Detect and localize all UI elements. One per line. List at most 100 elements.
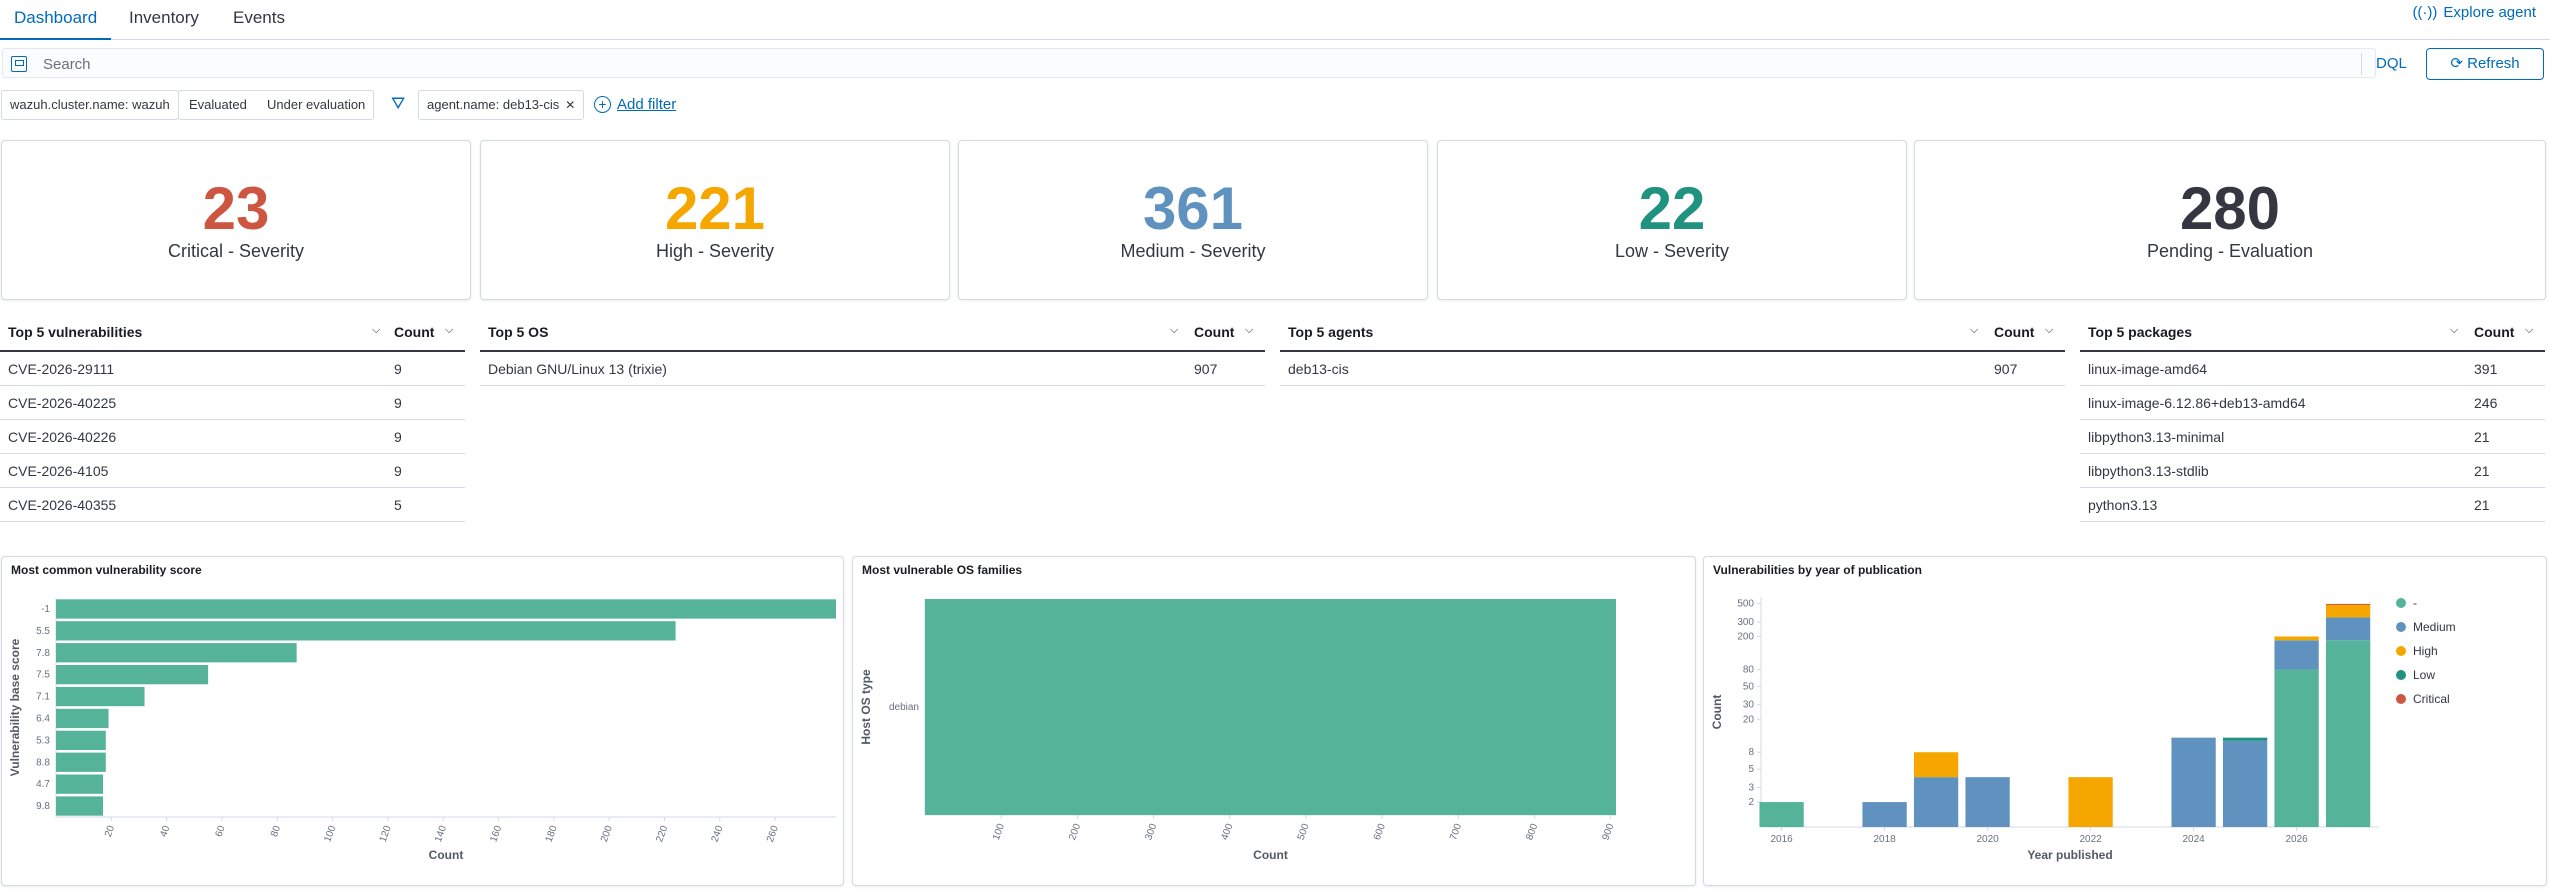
y-tick-label: -1 (41, 604, 50, 615)
bar-segment (1913, 752, 1959, 778)
bar-segment (2325, 640, 2371, 827)
cell-count: 907 (1194, 361, 1218, 377)
top-tab-bar: Dashboard Inventory Events ((·)) Explore … (0, 0, 2550, 40)
table-row: linux-image-6.12.86+deb13-amd64 246 (2080, 386, 2545, 420)
filter-bar: wazuh.cluster.name: wazuh Evaluated Unde… (0, 90, 2550, 120)
tab-inventory[interactable]: Inventory (115, 4, 213, 40)
x-tick-label: 160 (488, 824, 504, 844)
stat-card-low[interactable]: 22 Low - Severity (1437, 140, 1907, 300)
explore-agent-button[interactable]: ((·)) Explore agent (2412, 2, 2536, 24)
close-icon[interactable]: ✕ (565, 98, 575, 112)
tab-dashboard[interactable]: Dashboard (0, 4, 112, 40)
chevron-down-icon[interactable]: ⌵ (1970, 324, 1978, 337)
chevron-down-icon[interactable]: ⌵ (2045, 324, 2053, 337)
search-box: DQL (2, 48, 2407, 78)
bar-segment (1913, 777, 1959, 827)
y-tick-label: 200 (1737, 632, 1754, 643)
bar (56, 621, 676, 641)
x-tick-label: 2016 (1770, 834, 1793, 845)
table-header: Top 5 vulnerabilities ⌵ Count ⌵ (0, 316, 465, 352)
cell-name: CVE-2026-40226 (8, 429, 117, 445)
x-axis-title: Count (429, 848, 464, 862)
column-header-name[interactable]: Top 5 vulnerabilities (8, 324, 142, 340)
cell-name: linux-image-6.12.86+deb13-amd64 (2088, 395, 2306, 411)
table-row: CVE-2026-40355 5 (0, 488, 465, 522)
bar (56, 796, 104, 816)
column-header-count[interactable]: Count (1994, 324, 2034, 340)
x-tick-label: 200 (599, 824, 615, 844)
y-tick-label: 6.4 (36, 713, 50, 724)
legend-label: - (2413, 596, 2417, 610)
stat-card-critical[interactable]: 23 Critical - Severity (1, 140, 471, 300)
x-tick-label: 20 (103, 824, 117, 839)
cell-name: python3.13 (2088, 497, 2158, 513)
stat-card-high[interactable]: 221 High - Severity (480, 140, 950, 300)
cell-name: deb13-cis (1288, 361, 1349, 377)
evaluation-toggle-group: Evaluated Under evaluation (178, 90, 374, 120)
year-stacked-bar-chart: 2 3 5 8 20 30 50 80 200 300 500 2016 2018 2020 2022 202… (1710, 596, 2456, 862)
table-row: CVE-2026-29111 9 (0, 352, 465, 386)
bar (56, 599, 836, 619)
chevron-down-icon[interactable]: ⌵ (2525, 324, 2533, 337)
chevron-down-icon[interactable]: ⌵ (2450, 324, 2458, 337)
x-tick-label: 240 (710, 824, 726, 844)
chevron-down-icon[interactable]: ⌵ (1170, 324, 1178, 337)
broadcast-icon: ((·)) (2412, 4, 2438, 21)
y-tick-label: 5.5 (36, 626, 50, 637)
bar (56, 752, 106, 772)
stat-card-medium[interactable]: 361 Medium - Severity (958, 140, 1428, 300)
refresh-button[interactable]: ⟳ Refresh (2426, 48, 2544, 80)
add-filter-label: Add filter (617, 96, 677, 113)
bar-segment (2274, 640, 2319, 670)
cell-name: CVE-2026-40355 (8, 497, 117, 513)
bar (56, 665, 209, 685)
stat-label: Low - Severity (1614, 241, 1730, 261)
column-header-count[interactable]: Count (394, 324, 434, 340)
dql-toggle[interactable]: DQL (2361, 53, 2407, 75)
bar-segment (2274, 636, 2319, 641)
filter-pill-cluster[interactable]: wazuh.cluster.name: wazuh (1, 90, 179, 120)
x-tick-label: 260 (765, 824, 781, 844)
y-tick-label: 4.7 (36, 779, 50, 790)
y-tick-label: 8 (1748, 747, 1754, 758)
chevron-down-icon[interactable]: ⌵ (445, 324, 453, 337)
legend-label: Medium (2413, 620, 2456, 634)
x-tick-label: 600 (1372, 822, 1388, 842)
x-tick-label: 2020 (1976, 834, 1999, 845)
column-header-count[interactable]: Count (2474, 324, 2514, 340)
cell-name: CVE-2026-29111 (8, 361, 115, 377)
bar-segment (2325, 617, 2371, 641)
chevron-down-icon[interactable]: ⌵ (1245, 324, 1253, 337)
filter-pill-agent[interactable]: agent.name: deb13-cis ✕ (418, 90, 585, 120)
column-header-name[interactable]: Top 5 OS (488, 324, 548, 340)
table-row: CVE-2026-40225 9 (0, 386, 465, 420)
y-tick-label: 50 (1743, 681, 1755, 692)
add-filter-button[interactable]: + Add filter (594, 94, 676, 116)
bar-segment (2068, 777, 2113, 827)
stat-label: Medium - Severity (1120, 241, 1266, 261)
table-row: libpython3.13-minimal 21 (2080, 420, 2545, 454)
top-os-table: Top 5 OS ⌵ Count ⌵ Debian GNU/Linux 13 (… (480, 316, 1265, 386)
saved-query-icon[interactable] (11, 56, 27, 72)
column-header-name[interactable]: Top 5 agents (1288, 324, 1373, 340)
evaluated-toggle[interactable]: Evaluated (189, 91, 247, 119)
legend-swatch (2396, 670, 2406, 680)
column-header-count[interactable]: Count (1194, 324, 1234, 340)
x-tick-label: 140 (433, 824, 449, 844)
bar-segment (2222, 737, 2268, 741)
stat-value: 221 (664, 175, 766, 242)
under-evaluation-toggle[interactable]: Under evaluation (267, 91, 365, 119)
table-row: deb13-cis 907 (1280, 352, 2065, 386)
search-input[interactable] (43, 53, 2293, 75)
chevron-down-icon[interactable]: ⌵ (372, 324, 380, 337)
cell-count: 9 (394, 463, 402, 479)
cell-count: 21 (2474, 429, 2490, 445)
y-tick-label: 500 (1737, 599, 1754, 610)
y-tick-label: 3 (1748, 782, 1754, 793)
tab-events[interactable]: Events (219, 4, 299, 40)
column-header-name[interactable]: Top 5 packages (2088, 324, 2192, 340)
x-tick-label: 2018 (1873, 834, 1896, 845)
bar-segment (1862, 802, 1907, 827)
filter-icon[interactable]: ⛛ (391, 94, 405, 114)
stat-card-pending[interactable]: 280 Pending - Evaluation (1914, 140, 2546, 300)
